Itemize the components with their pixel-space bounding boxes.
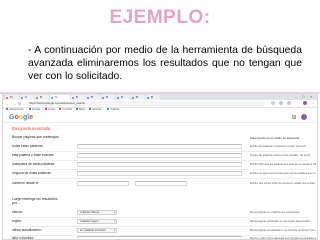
bookmark-icon	[89, 108, 91, 111]
bookmark[interactable]: Google	[29, 108, 40, 112]
google-logo[interactable]: Google	[9, 114, 33, 121]
chevron-down-icon: ▾	[113, 220, 115, 223]
bookmark[interactable]: Gmail	[45, 108, 55, 112]
minimize-icon[interactable]: –	[295, 95, 297, 99]
profile-icon[interactable]	[303, 101, 307, 105]
favicon-icon	[51, 96, 53, 99]
field-label: cualquiera de estas palabras:	[12, 162, 56, 166]
numbers-from-input[interactable]	[77, 181, 129, 186]
close-icon[interactable]: ×	[310, 95, 312, 99]
exact-phrase-input[interactable]	[77, 153, 242, 158]
avatar[interactable]	[301, 114, 307, 120]
language-select[interactable]: cualquier idioma ▾	[77, 210, 117, 215]
none-words-input[interactable]	[77, 171, 242, 176]
star-icon[interactable]	[271, 101, 275, 105]
bookmark-icon	[107, 108, 109, 111]
numbers-to-input[interactable]	[135, 181, 187, 186]
google-header: Google	[3, 113, 317, 123]
row-divider	[12, 226, 308, 227]
row-divider	[12, 169, 308, 170]
field-label: ninguna de estas palabras:	[12, 171, 52, 175]
section-help-heading: Para hacerlo en el cuadro de búsqueda	[250, 137, 299, 140]
field-label: esta palabra o frase exactas:	[12, 153, 55, 157]
extension-icon[interactable]	[287, 101, 291, 105]
slide-body: - A continuación por medio de la herrami…	[28, 45, 302, 83]
field-help: Escribe las palabras exactas entre comil…	[250, 154, 312, 157]
bookmark-icon	[59, 108, 61, 111]
field-help: Busca páginas publicadas en una región d…	[250, 220, 311, 223]
field-label: última actualización:	[12, 228, 42, 232]
favicon-icon	[117, 96, 119, 99]
bookmarks-bar: Aplicaciones Google Gmail YouTube Maps N…	[3, 108, 317, 112]
field-help: Escribe las palabras importantes: tricol…	[250, 145, 306, 148]
field-label: todas estas palabras:	[12, 144, 44, 148]
row-divider	[12, 178, 308, 179]
field-help: Escribe OR entre las palabras que quiera…	[250, 163, 316, 166]
field-help: Escribe un signo menos justo antes de la…	[250, 172, 316, 175]
favicon-icon	[21, 96, 23, 99]
row-divider	[12, 151, 308, 152]
favicon-icon	[132, 96, 134, 99]
field-help: Busca páginas actualizadas en el interva…	[250, 229, 316, 232]
field-label: región:	[12, 219, 23, 223]
bookmark-icon	[76, 108, 78, 111]
favicon-icon	[102, 96, 104, 99]
site-domain-input[interactable]	[77, 236, 242, 239]
bookmark-icon	[29, 108, 31, 111]
bookmark-icon	[45, 108, 47, 111]
page-title: Búsqueda avanzada	[12, 126, 51, 131]
field-help: Busca páginas en el idioma que seleccion…	[250, 211, 300, 214]
bookmark[interactable]: Traducir	[107, 108, 119, 112]
menu-icon[interactable]: ⋮	[311, 101, 315, 106]
bookmark[interactable]: Maps	[76, 108, 85, 112]
bookmark[interactable]: Aplicaciones	[6, 108, 24, 112]
extension-icon[interactable]	[279, 101, 283, 105]
maximize-icon[interactable]: □	[302, 95, 304, 99]
row-divider	[12, 160, 308, 161]
field-label: números desde el:	[12, 181, 40, 185]
all-words-input[interactable]	[77, 144, 242, 149]
field-help: Escribe dos puntos entre los números y a…	[250, 182, 316, 185]
favicon-icon	[87, 96, 89, 99]
section-heading: Luego restringe los resultados por...	[12, 197, 58, 205]
favicon-icon	[72, 96, 74, 99]
favicon-icon	[36, 96, 38, 99]
url-input[interactable]: https://www.google.com/advanced_search	[25, 101, 265, 106]
field-label: idioma:	[12, 210, 23, 214]
favicon-icon	[6, 96, 8, 99]
region-select[interactable]: cualquier región ▾	[77, 219, 117, 224]
row-divider	[12, 217, 308, 218]
chevron-down-icon: ▾	[113, 229, 115, 232]
last-update-select[interactable]: en cualquier momento ▾	[77, 228, 117, 233]
apps-grid-icon[interactable]	[292, 115, 296, 119]
browser-screenshot: M S B G B B B B B B – □ × ← → ↻ https://…	[2, 93, 318, 240]
reload-icon[interactable]: ↻	[18, 101, 21, 106]
field-label: sitio o dominio:	[12, 236, 34, 240]
any-words-input[interactable]	[77, 162, 242, 167]
favicon-icon	[147, 96, 149, 99]
section-heading: Buscar páginas que contengan...	[12, 135, 62, 139]
address-bar: ← → ↻ https://www.google.com/advanced_se…	[3, 100, 317, 108]
bookmark-icon	[6, 108, 8, 111]
back-icon[interactable]: ←	[6, 101, 10, 106]
chevron-down-icon: ▾	[113, 211, 115, 214]
forward-icon[interactable]: →	[12, 101, 16, 106]
slide-title: EJEMPLO:	[109, 7, 211, 28]
bookmark[interactable]: Noticias	[89, 108, 101, 112]
bookmark[interactable]: YouTube	[59, 108, 72, 112]
